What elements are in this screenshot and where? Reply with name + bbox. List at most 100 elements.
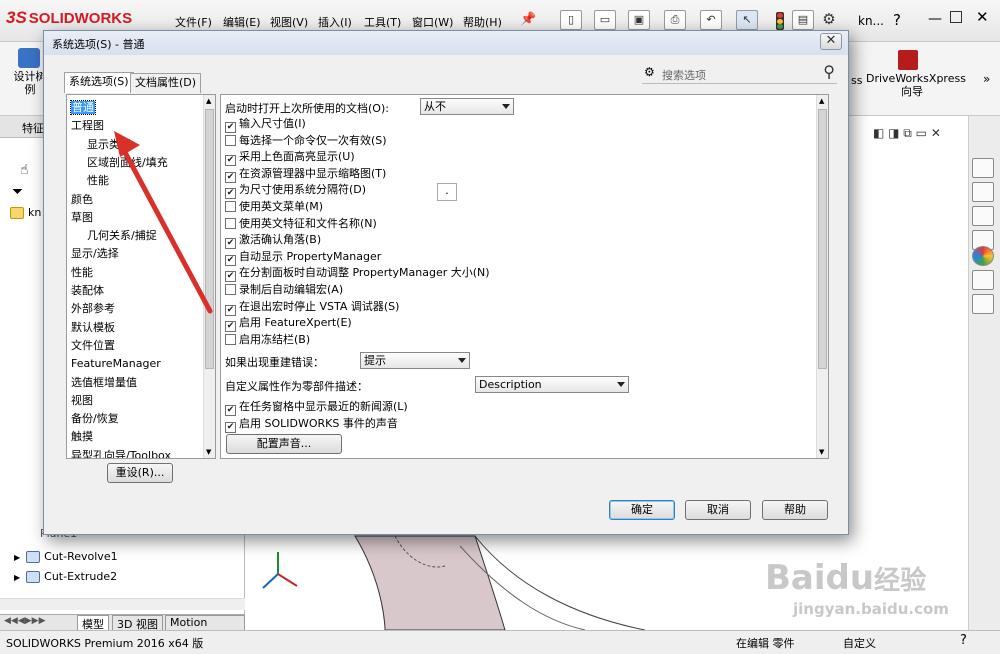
help-button[interactable]: 帮助 bbox=[762, 500, 828, 520]
cmd-overflow-icon[interactable]: » bbox=[983, 72, 990, 86]
minimize-icon[interactable]: — bbox=[928, 11, 942, 27]
category-item[interactable]: 视图 bbox=[71, 392, 93, 410]
status-units[interactable]: 自定义 bbox=[843, 635, 876, 651]
custom-properties-icon[interactable] bbox=[972, 270, 994, 290]
category-label: 草图 bbox=[71, 210, 93, 224]
design-study-icon[interactable] bbox=[18, 48, 40, 68]
category-item[interactable]: 显示/选择 bbox=[71, 245, 119, 263]
category-item[interactable]: 装配体 bbox=[71, 282, 104, 300]
feature-tab[interactable]: 特征 bbox=[22, 120, 44, 136]
category-item[interactable]: 性能 bbox=[71, 264, 93, 282]
viewport-controls[interactable]: ◧ ◨ ⧉ ▭ ✕ bbox=[873, 126, 941, 141]
appearances-icon[interactable] bbox=[972, 246, 994, 266]
option-checkbox-row[interactable]: 使用英文特征和文件名称(N) bbox=[225, 216, 377, 233]
scroll-up-icon[interactable]: ▲ bbox=[819, 97, 824, 105]
category-item[interactable]: 性能 bbox=[87, 172, 109, 190]
search-options-box[interactable]: ⚙ 搜索选项 ⚲ bbox=[642, 62, 837, 84]
ok-button[interactable]: 确定 bbox=[609, 500, 675, 520]
open-last-doc-dropdown[interactable]: 从不 bbox=[420, 98, 514, 115]
option-checkbox-row[interactable]: ✔ 启用 FeatureXpert(E) bbox=[225, 315, 352, 333]
filter-icon[interactable]: ⏷ bbox=[12, 184, 23, 200]
menu-insert[interactable]: 插入(I) bbox=[318, 14, 352, 30]
checkbox-checked-icon[interactable]: ✔ bbox=[225, 321, 236, 333]
tree-hscrollbar[interactable] bbox=[0, 598, 245, 610]
custom-prop-dropdown[interactable]: Description bbox=[475, 376, 629, 393]
checkbox-unchecked-icon[interactable] bbox=[225, 333, 236, 345]
checkbox-checked-icon[interactable]: ✔ bbox=[225, 421, 236, 433]
tab-document-properties[interactable]: 文档属性(D) bbox=[130, 73, 202, 93]
checkbox-checked-icon[interactable]: ✔ bbox=[225, 405, 236, 416]
close-app-icon[interactable]: ✕ bbox=[976, 8, 989, 26]
user-name[interactable]: kn... bbox=[858, 14, 884, 28]
menu-help[interactable]: 帮助(H) bbox=[463, 14, 502, 30]
scroll-up-icon[interactable]: ▲ bbox=[206, 97, 211, 105]
maximize-icon[interactable] bbox=[950, 11, 962, 23]
help-question-icon[interactable]: ? bbox=[893, 11, 901, 29]
options-gear-icon[interactable]: ⚙ bbox=[818, 10, 840, 30]
tab-scroll-icons[interactable]: ◀◀◀▶▶▶ bbox=[4, 616, 46, 626]
reset-button[interactable]: 重设(R)... bbox=[107, 463, 173, 483]
category-item[interactable]: 触摸 bbox=[71, 428, 93, 446]
rebuild-traffic-light-icon[interactable] bbox=[776, 12, 784, 30]
scroll-down-icon[interactable]: ▼ bbox=[819, 448, 824, 456]
tree-item-cut-extrude[interactable]: ▶ Cut-Extrude2 bbox=[14, 568, 117, 586]
forum-icon[interactable] bbox=[972, 294, 994, 314]
category-item[interactable]: 文件位置 bbox=[71, 337, 115, 355]
hand-icon[interactable]: ☝ bbox=[20, 162, 29, 178]
tree-item-cut-revolve[interactable]: ▶ Cut-Revolve1 bbox=[14, 548, 118, 566]
option-checkbox-row[interactable]: ✔ 在资源管理器中显示缩略图(T) bbox=[225, 166, 386, 183]
option-checkbox-row[interactable]: 每选择一个命令仅一次有效(S) bbox=[225, 133, 387, 150]
design-library-icon[interactable] bbox=[972, 182, 994, 202]
menu-tools[interactable]: 工具(T) bbox=[364, 14, 401, 30]
separator-field[interactable]: . bbox=[437, 183, 457, 201]
category-item[interactable]: 工程图 bbox=[71, 117, 104, 135]
pin-icon[interactable]: 📌 bbox=[520, 12, 536, 27]
cancel-button[interactable]: 取消 bbox=[685, 500, 751, 520]
rebuild-error-dropdown[interactable]: 提示 bbox=[360, 352, 470, 369]
category-label: 装配体 bbox=[71, 284, 104, 297]
category-item[interactable]: 默认模板 bbox=[71, 319, 115, 337]
category-item[interactable]: 备份/恢复 bbox=[71, 410, 119, 428]
menu-edit[interactable]: 编辑(E) bbox=[223, 14, 261, 30]
driveworks-icon[interactable] bbox=[898, 50, 918, 70]
option-checkbox-row[interactable]: ✔ 采用上色面高亮显示(U) bbox=[225, 149, 355, 167]
save-icon[interactable]: ▣ bbox=[628, 10, 650, 30]
option-checkbox-row[interactable]: 启用冻结栏(B) bbox=[225, 332, 310, 349]
tree-part[interactable]: kn bbox=[10, 204, 41, 222]
open-folder-icon[interactable]: ▭ bbox=[594, 10, 616, 30]
category-item[interactable]: 外部参考 bbox=[71, 300, 115, 318]
new-document-icon[interactable]: ▯ bbox=[560, 10, 582, 30]
file-explorer-icon[interactable] bbox=[972, 206, 994, 226]
option-checkbox-row[interactable]: ✔ 为尺寸使用系统分隔符(D) bbox=[225, 182, 366, 200]
search-input[interactable]: 搜索选项 bbox=[662, 67, 706, 83]
option-checkbox-row[interactable]: ✔ 自动显示 PropertyManager bbox=[225, 249, 381, 266]
scroll-down-icon[interactable]: ▼ bbox=[206, 448, 211, 456]
menu-file[interactable]: 文件(F) bbox=[175, 14, 212, 30]
category-item[interactable]: 草图 bbox=[71, 209, 93, 227]
option-checkbox-row[interactable]: ✔ 在任务窗格中显示最近的新闻源(L) bbox=[225, 399, 408, 416]
undo-icon[interactable]: ↶ bbox=[700, 10, 722, 30]
status-help-icon[interactable]: ? bbox=[960, 633, 967, 648]
configure-sounds-button[interactable]: 配置声音... bbox=[226, 434, 342, 454]
category-item[interactable]: 异型孔向导/Toolbox bbox=[71, 447, 171, 458]
dialog-close-button[interactable]: ✕ bbox=[820, 33, 842, 50]
resources-home-icon[interactable] bbox=[972, 158, 994, 178]
file-properties-icon[interactable]: ▤ bbox=[792, 10, 814, 30]
menu-window[interactable]: 窗口(W) bbox=[412, 14, 453, 30]
scroll-thumb[interactable] bbox=[818, 109, 827, 369]
settings-scrollbar[interactable]: ▲ ▼ bbox=[816, 95, 828, 458]
category-item[interactable]: 选值框增量值 bbox=[71, 374, 137, 392]
tab-system-options[interactable]: 系统选项(S) bbox=[64, 72, 134, 93]
dialog-titlebar[interactable]: 系统选项(S) - 普通 ✕ bbox=[44, 31, 848, 55]
search-icon[interactable]: ⚲ bbox=[823, 62, 835, 81]
menu-view[interactable]: 视图(V) bbox=[270, 14, 308, 30]
option-checkbox-row[interactable]: ✔ 启用 SOLIDWORKS 事件的声音 bbox=[225, 416, 398, 433]
select-cursor-icon[interactable]: ↖ bbox=[736, 10, 758, 30]
category-item-selected[interactable]: 普通 bbox=[70, 99, 96, 117]
option-checkbox-row[interactable]: ✔ 在退出宏时停止 VSTA 调试器(S) bbox=[225, 299, 399, 316]
category-item[interactable]: 颜色 bbox=[71, 191, 93, 209]
driveworks-label[interactable]: DriveWorksXpress 向导 bbox=[866, 72, 966, 98]
category-item[interactable]: FeatureManager bbox=[71, 355, 161, 373]
option-checkbox-row[interactable]: ✔ 在分割面板时自动调整 PropertyManager 大小(N) bbox=[225, 265, 490, 283]
print-icon[interactable]: ⎙ bbox=[664, 10, 686, 30]
